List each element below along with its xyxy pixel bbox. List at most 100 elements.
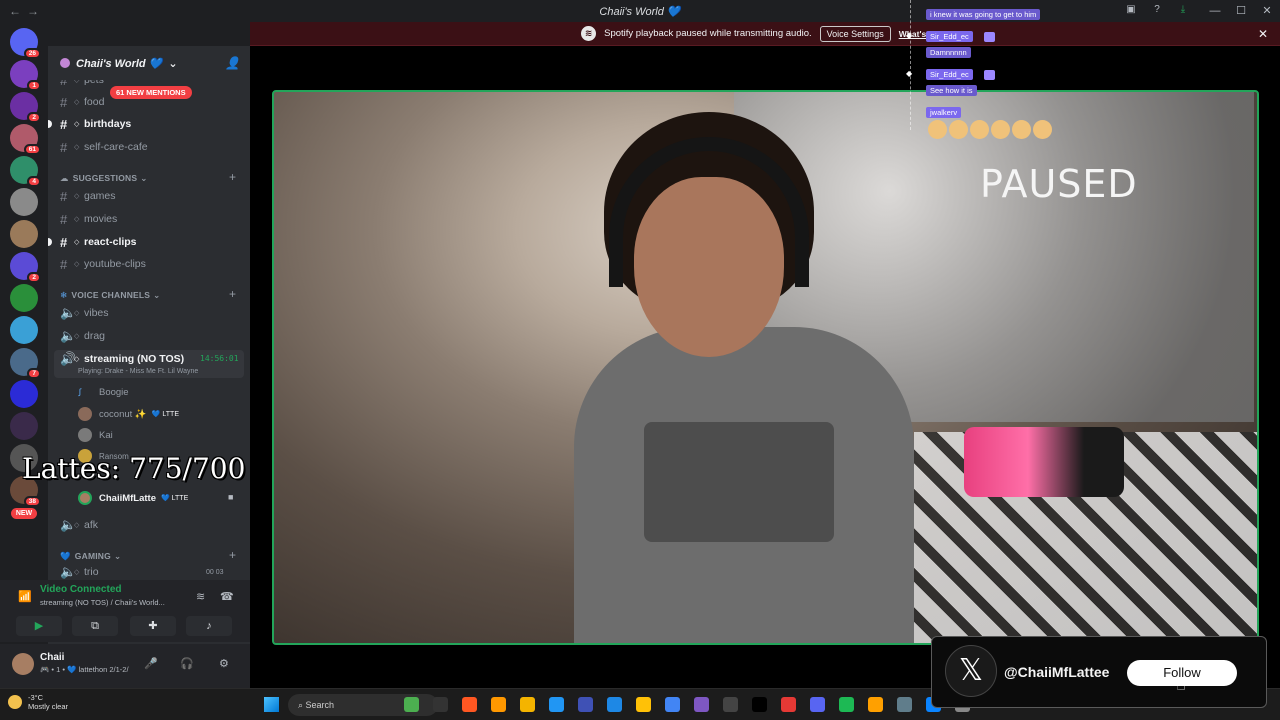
server-icon[interactable] — [10, 316, 38, 344]
voice-channel-vibes[interactable]: 🔈 ◇ vibes — [60, 303, 109, 323]
add-channel-icon[interactable]: + — [229, 170, 236, 184]
chevron-down-icon: ⌄ — [140, 172, 148, 183]
taskbar-app-icon[interactable] — [520, 697, 535, 712]
help-icon[interactable]: ? — [1150, 3, 1164, 17]
voice-user[interactable]: Kai — [78, 425, 113, 445]
new-mentions-pill[interactable]: 61 NEW MENTIONS — [110, 86, 192, 99]
server-icon[interactable] — [10, 412, 38, 440]
camera-button[interactable]: ▶ — [16, 616, 62, 636]
channel-movies[interactable]: # ◇ movies — [60, 209, 117, 229]
title-bar: ← → Chaii's World 💙 ▣ ? ⤓ — ☐ ✕ — [0, 0, 1280, 22]
cloud-icon: ☁ — [60, 172, 69, 183]
server-icon[interactable]: 61 — [10, 124, 41, 155]
diamond-icon: ◇ — [74, 356, 80, 363]
weather-widget[interactable]: -3°C Mostly clear — [8, 693, 68, 711]
taskbar-app-icon[interactable] — [665, 697, 680, 712]
server-icon[interactable] — [10, 220, 38, 248]
disconnect-icon[interactable]: ☎ — [220, 590, 234, 603]
server-icon[interactable] — [10, 188, 38, 216]
x-follow-card: 𝕏 @ChaiiMfLattee Follow ☝ — [931, 636, 1267, 708]
channel-label: games — [84, 190, 116, 202]
camera-icon: ■ — [228, 492, 234, 502]
voice-location[interactable]: streaming (NO TOS) / Chaii's World... — [40, 598, 165, 607]
taskbar-app-icon[interactable] — [752, 697, 767, 712]
taskbar-app-icon[interactable] — [404, 697, 419, 712]
voice-user-self[interactable]: ChaiiMfLatte 💙 LTTE — [78, 488, 188, 508]
headset-icon[interactable]: 🎧 — [180, 657, 194, 670]
channel-react-clips[interactable]: # ◇ react-clips — [60, 232, 137, 252]
taskbar-app-icon[interactable] — [491, 697, 506, 712]
user-count: 00 03 — [206, 569, 224, 576]
screen-share-button[interactable]: ⧉ — [72, 616, 118, 636]
minimize-icon[interactable]: — — [1202, 0, 1228, 22]
taskbar-app-icon[interactable] — [433, 697, 448, 712]
taskbar-app-icon[interactable] — [810, 697, 825, 712]
microphone-image — [964, 427, 1124, 497]
new-badge[interactable]: NEW — [10, 508, 38, 519]
inbox-icon[interactable]: ▣ — [1124, 3, 1138, 17]
category-voice-channels[interactable]: ❄ VOICE CHANNELS ⌄ — [60, 287, 161, 303]
taskbar-app-icon[interactable] — [723, 697, 738, 712]
server-icon[interactable]: 4 — [10, 156, 41, 187]
voice-channel-streaming[interactable]: 🔊 ◇ streaming (NO TOS) — [60, 349, 184, 369]
emote-icon — [949, 120, 968, 139]
server-icon[interactable]: 2 — [10, 92, 41, 123]
channel-birthdays[interactable]: # ◇ birthdays — [60, 114, 131, 134]
server-icon[interactable]: 7 — [10, 348, 41, 379]
add-user-icon[interactable]: 👤 — [225, 56, 240, 70]
shirt-print-image — [644, 422, 834, 542]
settings-icon[interactable]: ⚙ — [219, 657, 229, 670]
channel-label: streaming (NO TOS) — [84, 353, 185, 365]
avatar[interactable] — [12, 653, 34, 675]
voice-channel-drag[interactable]: 🔈 ◇ drag — [60, 326, 105, 346]
windows-start-icon[interactable] — [264, 697, 279, 712]
voice-user[interactable]: coconut ✨ 💙 LTTE — [78, 404, 179, 424]
taskbar-app-icon[interactable] — [462, 697, 477, 712]
voice-channel-afk[interactable]: 🔈 ◇ afk — [60, 515, 98, 535]
category-suggestions[interactable]: ☁ SUGGESTIONS ⌄ — [60, 170, 148, 186]
voice-channel-trio[interactable]: 🔈 ◇ trio — [60, 565, 99, 579]
guild-name: Chaii's World 💙 — [76, 57, 163, 70]
taskbar-app-icon[interactable] — [578, 697, 593, 712]
download-icon[interactable]: ⤓ — [1176, 3, 1190, 17]
server-icon[interactable] — [10, 284, 38, 312]
taskbar-app-icon[interactable] — [607, 697, 622, 712]
taskbar-app-icon[interactable] — [868, 697, 883, 712]
channel-games[interactable]: # ◇ games — [60, 186, 116, 206]
category-gaming[interactable]: 💙 GAMING ⌄ — [60, 548, 121, 564]
badge-icon — [984, 70, 995, 80]
hash-icon: # — [60, 256, 68, 272]
close-window-icon[interactable]: ✕ — [1254, 0, 1280, 22]
voice-user[interactable]: ꭍ Boogie — [78, 382, 129, 402]
voice-settings-button[interactable]: Voice Settings — [819, 25, 891, 42]
close-icon[interactable]: ✕ — [1258, 27, 1268, 41]
taskbar-app-icon[interactable] — [636, 697, 651, 712]
add-channel-icon[interactable]: + — [229, 287, 236, 301]
server-icon[interactable]: 2 — [10, 252, 41, 283]
mention-badge: 1 — [27, 80, 41, 91]
channel-food[interactable]: # ◇ food — [60, 92, 104, 112]
taskbar-app-icon[interactable] — [694, 697, 709, 712]
noise-suppression-icon[interactable]: ≋ — [196, 590, 205, 603]
taskbar-app-icon[interactable] — [839, 697, 854, 712]
channel-youtube-clips[interactable]: # ◇ youtube-clips — [60, 254, 146, 274]
activities-button[interactable]: ✚ — [130, 616, 176, 636]
microphone-icon[interactable]: 🎤 — [144, 657, 158, 670]
server-icon[interactable] — [10, 380, 38, 408]
soundboard-button[interactable]: ♪ — [186, 616, 232, 636]
live-audio-icon: 🔊 — [60, 351, 77, 366]
taskbar-app-icon[interactable] — [781, 697, 796, 712]
discord-home-icon[interactable]: 26 — [10, 28, 41, 59]
diamond-icon: ◇ — [74, 569, 80, 576]
guild-header[interactable]: Chaii's World 💙 ⌄ 👤 — [48, 46, 250, 80]
diamond-icon: ◇ — [74, 333, 80, 340]
add-channel-icon[interactable]: + — [229, 548, 236, 562]
mention-badge: 2 — [27, 112, 41, 123]
signal-icon[interactable]: 📶 — [18, 590, 32, 603]
maximize-icon[interactable]: ☐ — [1228, 0, 1254, 22]
taskbar-app-icon[interactable] — [897, 697, 912, 712]
server-icon[interactable]: 1 — [10, 60, 41, 91]
taskbar-app-icon[interactable] — [549, 697, 564, 712]
channel-self-care-cafe[interactable]: # ◇ self-care-cafe — [60, 137, 148, 157]
channel-label: movies — [84, 213, 118, 225]
